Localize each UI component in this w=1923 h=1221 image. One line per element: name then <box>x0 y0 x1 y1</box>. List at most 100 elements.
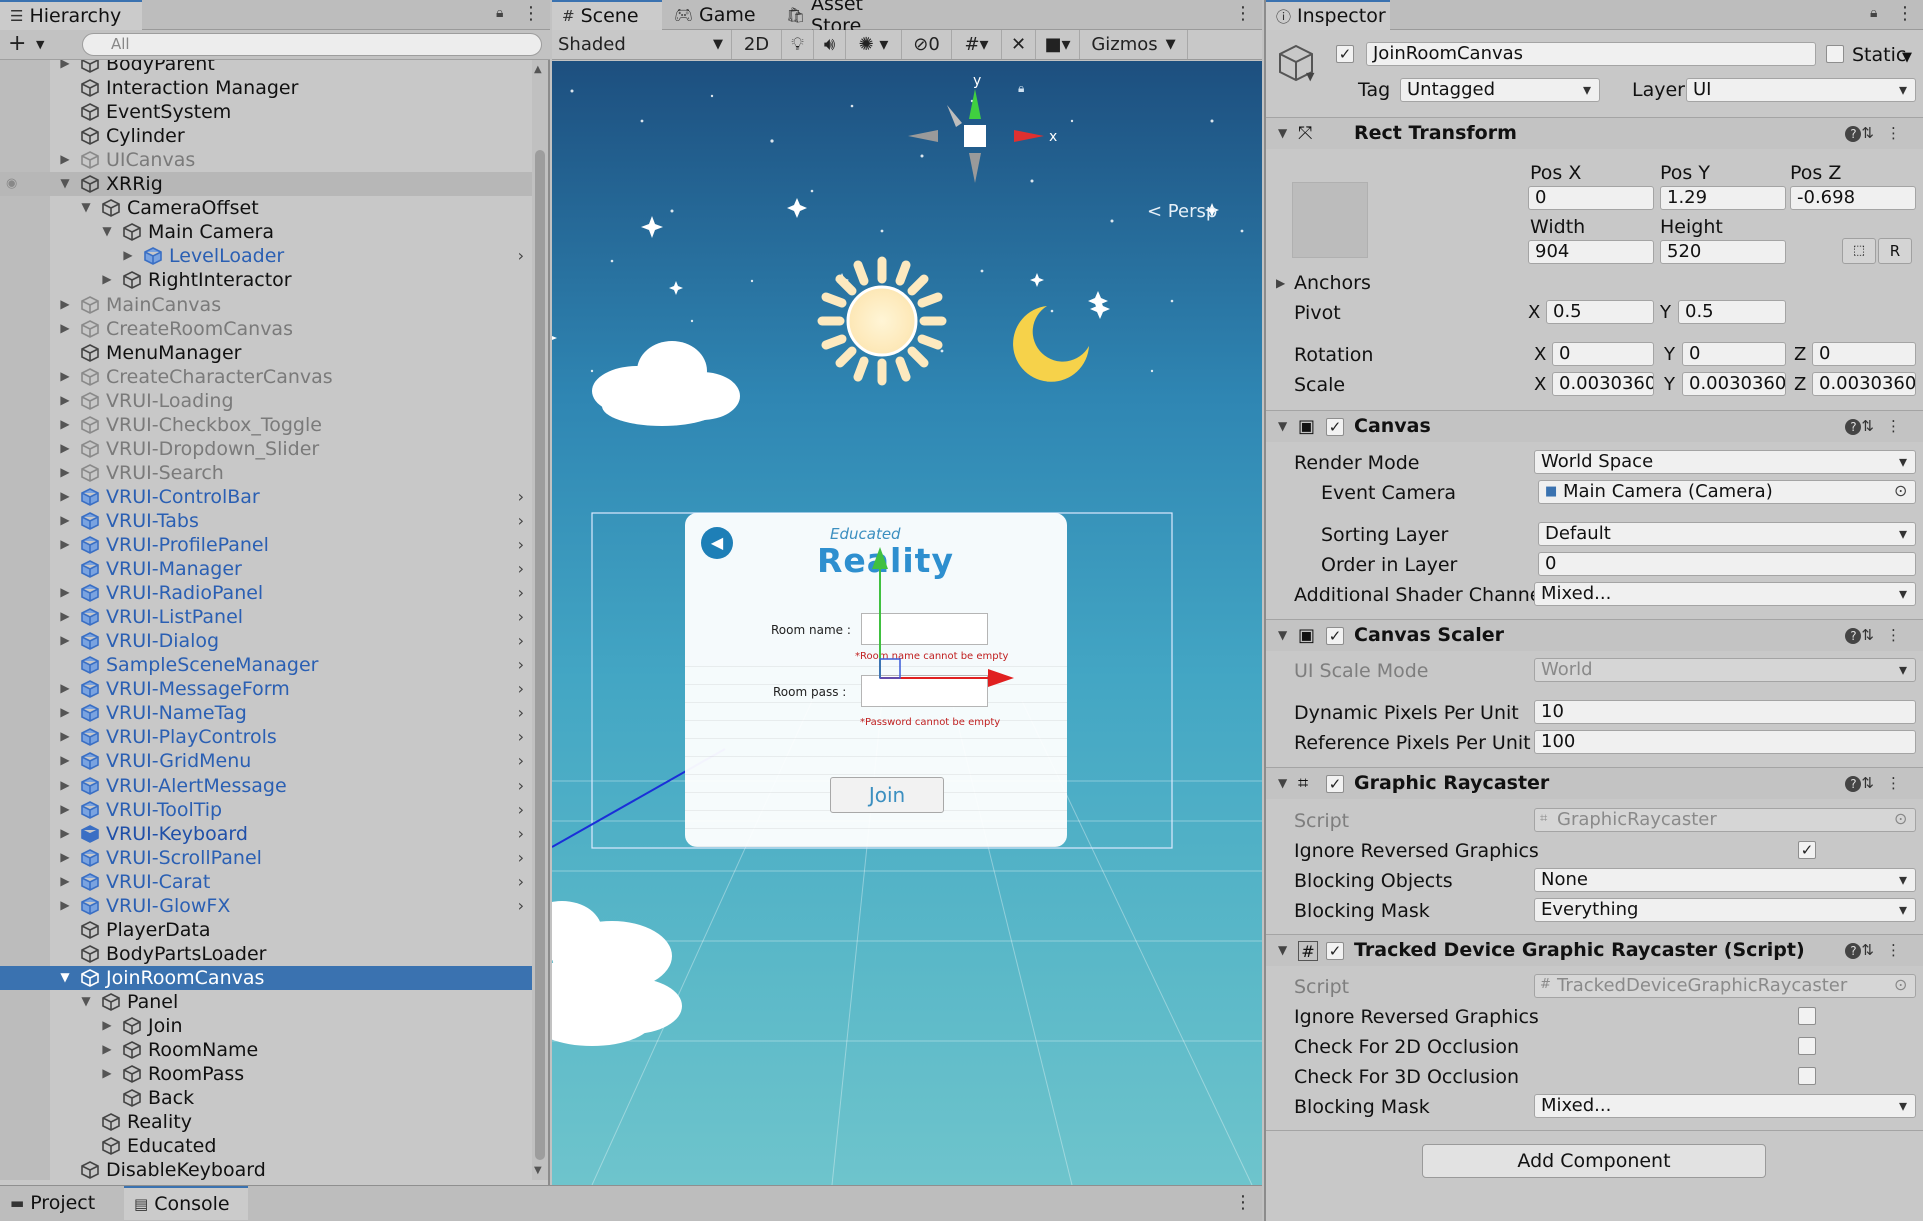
chevron-right-icon[interactable]: ▶ <box>58 465 72 479</box>
audio-icon[interactable]: 🔊︎ <box>814 30 846 59</box>
chevron-down-icon[interactable]: ▼ <box>1278 126 1287 140</box>
component-header-icons[interactable]: ? ⇅⋮ <box>1845 124 1913 142</box>
hierarchy-item[interactable]: ◉ ▼ XRRig <box>0 172 532 196</box>
chevron-right-icon[interactable]: › <box>518 703 524 722</box>
blocking-mask-dropdown[interactable]: Everything <box>1534 898 1916 922</box>
hierarchy-item[interactable]: VRUI-Manager › <box>0 557 532 581</box>
join-button[interactable]: Join <box>830 777 944 813</box>
hierarchy-item[interactable]: ▶ Join <box>0 1014 532 1038</box>
help-icon[interactable]: ? <box>1845 419 1862 435</box>
gizmos-dropdown[interactable]: Gizmos ▼ <box>1080 30 1188 59</box>
chevron-right-icon[interactable]: ▶ <box>1276 276 1285 290</box>
hierarchy-item[interactable]: ▶ VRUI-ControlBar › <box>0 485 532 509</box>
chevron-right-icon[interactable]: ▶ <box>58 753 72 767</box>
pos-y-field[interactable]: 1.29 <box>1660 186 1786 210</box>
hierarchy-item[interactable]: ▶ VRUI-Checkbox_Toggle <box>0 413 532 437</box>
lock-icon[interactable]: 🔒︎ <box>496 5 503 21</box>
chevron-right-icon[interactable]: ▶ <box>58 609 72 623</box>
static-checkbox[interactable] <box>1826 45 1844 63</box>
chevron-right-icon[interactable]: ▶ <box>100 272 114 286</box>
chevron-right-icon[interactable]: ▶ <box>58 802 72 816</box>
hierarchy-item[interactable]: ▶ BodyParent <box>0 60 532 76</box>
graphic-raycaster-enabled-checkbox[interactable]: ✓ <box>1326 775 1344 793</box>
component-header-icons[interactable]: ? ⇅⋮ <box>1845 417 1913 435</box>
chevron-down-icon[interactable]: ▼ <box>36 38 44 51</box>
chevron-right-icon[interactable]: › <box>518 246 524 265</box>
rotation-x-field[interactable]: 0 <box>1552 342 1654 366</box>
hierarchy-item[interactable]: ▶ VRUI-AlertMessage › <box>0 774 532 798</box>
chevron-down-icon[interactable]: ▼ <box>79 200 93 214</box>
width-field[interactable]: 904 <box>1528 240 1654 264</box>
scale-y-field[interactable]: 0.0030360 <box>1682 372 1786 396</box>
effects-icon[interactable]: ✺ ▾ <box>846 30 902 59</box>
render-mode-dropdown[interactable]: World Space <box>1534 450 1916 474</box>
ignore-reversed-checkbox[interactable]: ✓ <box>1798 841 1816 859</box>
raw-edit-button[interactable]: R <box>1878 238 1912 264</box>
chevron-right-icon[interactable]: ▶ <box>58 778 72 792</box>
chevron-right-icon[interactable]: › <box>518 896 524 915</box>
chevron-right-icon[interactable]: ▶ <box>58 60 72 70</box>
hierarchy-item[interactable]: MenuManager <box>0 341 532 365</box>
tab-inspector[interactable]: ⓘ Inspector <box>1266 0 1390 30</box>
hierarchy-item[interactable]: BodyPartsLoader <box>0 942 532 966</box>
chevron-right-icon[interactable]: ▶ <box>58 369 72 383</box>
hierarchy-item[interactable]: ▼ Main Camera <box>0 220 532 244</box>
orientation-gizmo[interactable] <box>908 89 1044 183</box>
hidden-objects-button[interactable]: ⊘ 0 <box>902 30 952 59</box>
chevron-right-icon[interactable]: ▶ <box>58 152 72 166</box>
gizmo-lock-icon[interactable]: 🔒︎ <box>1018 81 1024 96</box>
chevron-down-icon[interactable]: ▼ <box>100 224 114 238</box>
bottom-menu-icon[interactable]: ⋮ <box>1234 1194 1252 1212</box>
chevron-right-icon[interactable]: ▶ <box>58 826 72 840</box>
hierarchy-item[interactable]: ▶ CreateCharacterCanvas <box>0 365 532 389</box>
chevron-right-icon[interactable]: › <box>518 872 524 891</box>
component-header-icons[interactable]: ? ⇅⋮ <box>1845 941 1913 959</box>
hierarchy-item[interactable]: ▶ VRUI-ListPanel › <box>0 605 532 629</box>
hierarchy-item[interactable]: PlayerData <box>0 918 532 942</box>
hierarchy-item[interactable]: ▼ CameraOffset <box>0 196 532 220</box>
hierarchy-item[interactable]: Back <box>0 1086 532 1110</box>
chevron-right-icon[interactable]: › <box>518 655 524 674</box>
hierarchy-item[interactable]: ▶ VRUI-PlayControls › <box>0 725 532 749</box>
chevron-down-icon[interactable]: ▼ <box>58 970 72 984</box>
rotation-z-field[interactable]: 0 <box>1812 342 1916 366</box>
pivot-y-field[interactable]: 0.5 <box>1678 300 1786 324</box>
hierarchy-item[interactable]: Cylinder <box>0 124 532 148</box>
lighting-icon[interactable]: 💡︎ <box>782 30 814 59</box>
blocking-objects-dropdown[interactable]: None <box>1534 868 1916 892</box>
tag-dropdown[interactable]: Untagged <box>1400 78 1600 102</box>
chevron-right-icon[interactable]: ▶ <box>58 874 72 888</box>
chevron-right-icon[interactable]: › <box>518 800 524 819</box>
hierarchy-item[interactable]: ▶ VRUI-Dropdown_Slider <box>0 437 532 461</box>
chevron-right-icon[interactable]: ▶ <box>58 681 72 695</box>
scale-x-field[interactable]: 0.0030360 <box>1552 372 1654 396</box>
chevron-right-icon[interactable]: ▶ <box>58 585 72 599</box>
search-scene-input[interactable] <box>1188 30 1262 59</box>
dynamic-ppu-field[interactable]: 10 <box>1534 700 1916 724</box>
scene-menu-icon[interactable]: ⋮ <box>1234 5 1252 23</box>
hierarchy-item[interactable]: ▶ RoomName <box>0 1038 532 1062</box>
scroll-up-icon[interactable]: ▲ <box>534 64 542 75</box>
hierarchy-item[interactable]: ▶ MainCanvas <box>0 293 532 317</box>
event-camera-field[interactable]: Main Camera (Camera) <box>1538 480 1916 504</box>
scroll-down-icon[interactable]: ▼ <box>534 1165 542 1176</box>
grid-icon[interactable]: #▾ <box>952 30 1002 59</box>
hierarchy-item[interactable]: ▶ VRUI-Search <box>0 461 532 485</box>
chevron-right-icon[interactable]: › <box>518 511 524 530</box>
hierarchy-search-input[interactable]: All <box>82 33 542 56</box>
chevron-right-icon[interactable]: ▶ <box>58 297 72 311</box>
hierarchy-item[interactable]: Reality <box>0 1110 532 1134</box>
hierarchy-item[interactable]: ▶ VRUI-ScrollPanel › <box>0 846 532 870</box>
chevron-right-icon[interactable]: › <box>518 727 524 746</box>
chevron-right-icon[interactable]: › <box>518 535 524 554</box>
help-icon[interactable]: ? <box>1845 776 1862 792</box>
tab-project[interactable]: ▬ Project <box>0 1186 124 1220</box>
hierarchy-item[interactable]: Educated <box>0 1134 532 1158</box>
chevron-down-icon[interactable]: ▼ <box>1902 50 1912 65</box>
hierarchy-scrollbar[interactable]: ▲ ▼ <box>532 60 548 1180</box>
chevron-right-icon[interactable]: ▶ <box>58 537 72 551</box>
chevron-right-icon[interactable]: ▶ <box>100 1018 114 1032</box>
hierarchy-menu-icon[interactable]: ⋮ <box>522 5 540 23</box>
chevron-right-icon[interactable]: ▶ <box>58 489 72 503</box>
chevron-right-icon[interactable]: ▶ <box>58 850 72 864</box>
